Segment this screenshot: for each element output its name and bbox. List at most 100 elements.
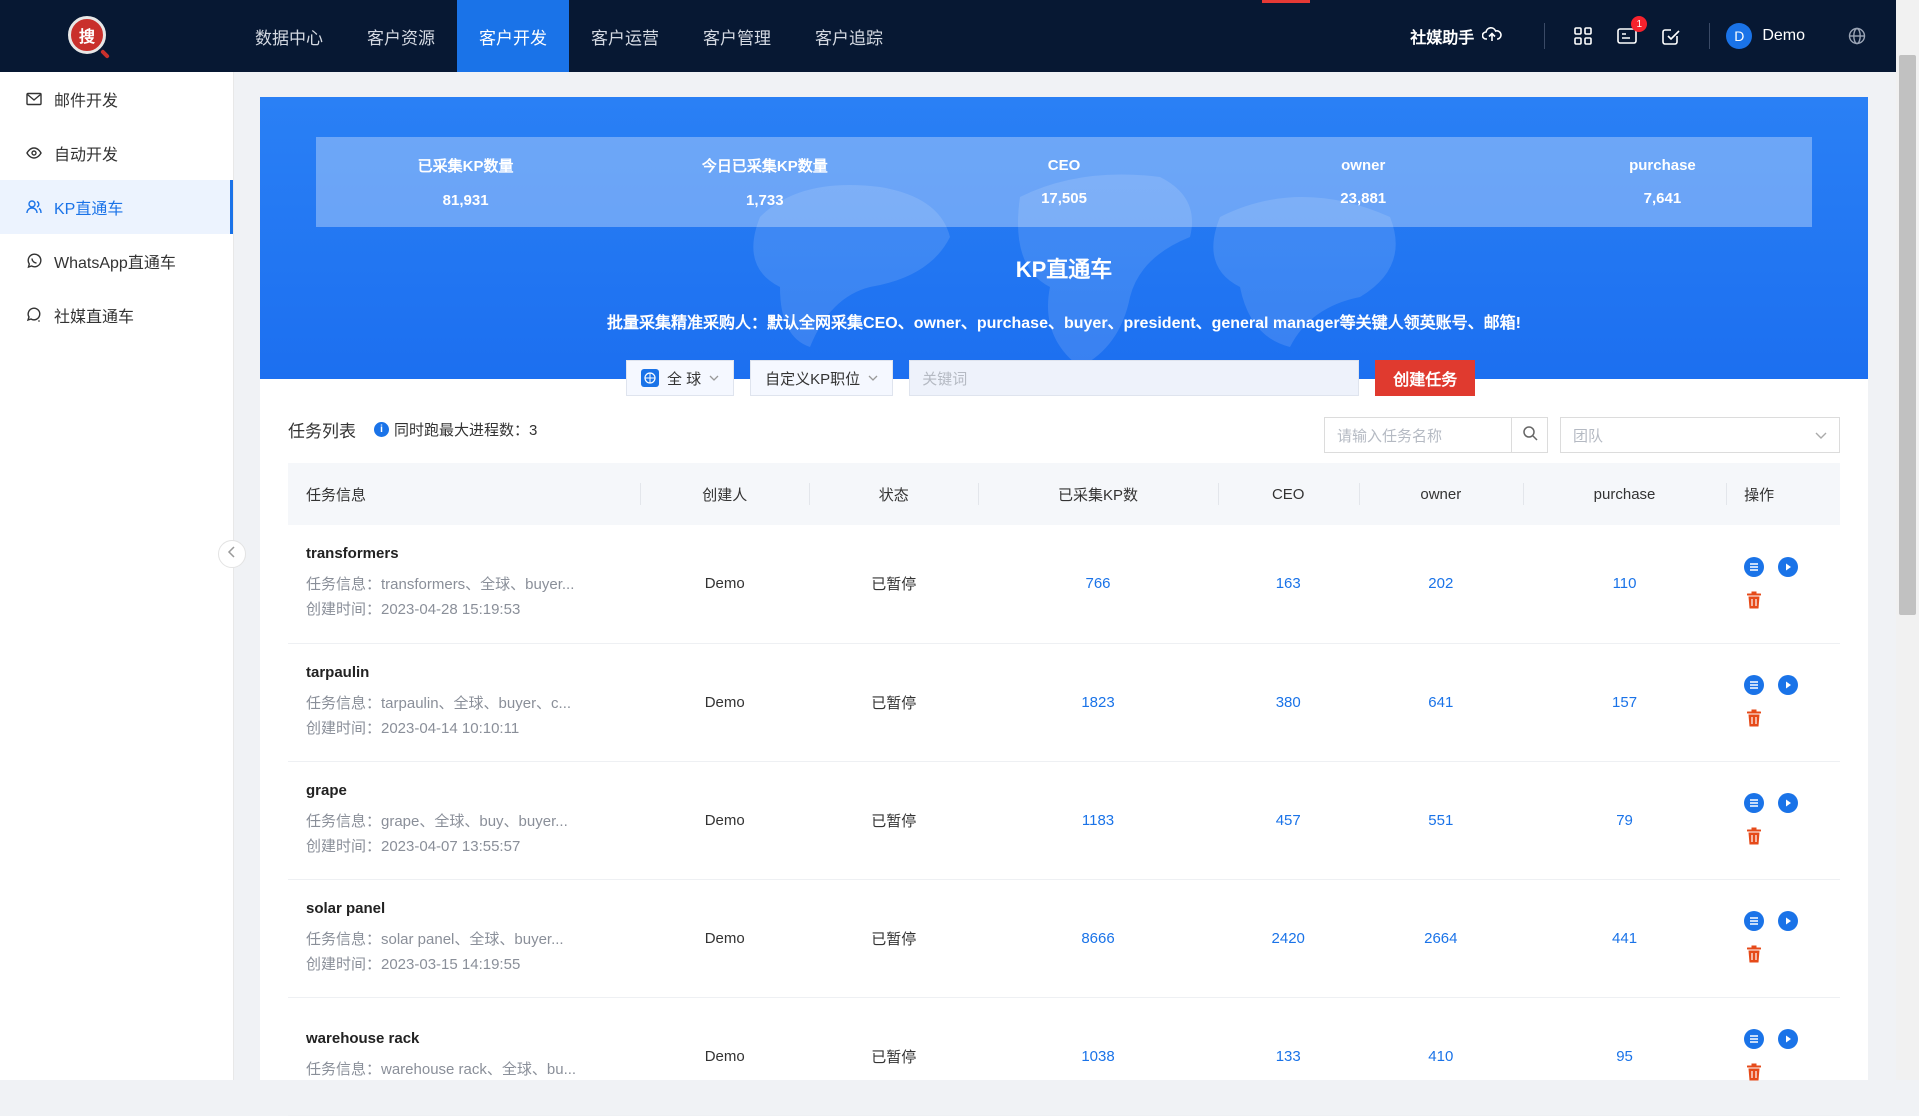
sidebar-collapse-button[interactable] (218, 540, 246, 568)
social-helper-button[interactable]: 社媒助手 (1410, 24, 1503, 48)
task-ceo-count[interactable]: 133 (1218, 997, 1359, 1115)
sidebar-item-auto-dev[interactable]: 自动开发 (0, 126, 233, 180)
nav-item-customer-tracking[interactable]: 客户追踪 (793, 0, 905, 72)
max-process-note: 同时跑最大进程数：3 (394, 422, 538, 439)
trash-icon[interactable] (1744, 707, 1764, 729)
chevron-left-icon (227, 545, 237, 563)
task-purchase-count[interactable]: 157 (1523, 643, 1726, 761)
list-detail-icon[interactable] (1744, 675, 1765, 695)
mail-icon (26, 90, 44, 108)
task-ceo-count[interactable]: 163 (1218, 525, 1359, 643)
stat-label: purchase (1629, 157, 1696, 174)
task-owner-count[interactable]: 2664 (1359, 879, 1523, 997)
list-detail-icon[interactable] (1744, 911, 1765, 931)
play-icon[interactable] (1778, 556, 1799, 577)
list-detail-icon[interactable] (1744, 793, 1765, 813)
task-name[interactable]: transformers (306, 545, 640, 562)
region-select[interactable]: 全 球 (626, 360, 735, 396)
trash-icon[interactable] (1744, 943, 1764, 965)
task-ceo-count[interactable]: 2420 (1218, 879, 1359, 997)
list-detail-icon[interactable] (1744, 1029, 1765, 1049)
divider (1544, 23, 1546, 49)
task-name[interactable]: grape (306, 782, 640, 799)
task-purchase-count[interactable]: 79 (1523, 761, 1726, 879)
task-kp-count[interactable]: 766 (978, 525, 1217, 643)
team-select[interactable]: 团队 (1560, 417, 1840, 453)
task-purchase-count[interactable]: 110 (1523, 525, 1726, 643)
stat-label: 已采集KP数量 (417, 158, 514, 175)
task-purchase-count[interactable]: 95 (1523, 997, 1726, 1115)
task-info-cell: transformers 任务信息：transformers、全球、buyer.… (288, 525, 640, 643)
avatar[interactable]: D (1726, 23, 1753, 49)
play-icon[interactable] (1778, 675, 1799, 695)
stat-label: 今日已采集KP数量 (701, 158, 828, 175)
kp-position-value: 自定义KP职位 (765, 370, 861, 388)
task-ceo-count[interactable]: 380 (1218, 643, 1359, 761)
sidebar-item-label: 社媒直通车 (54, 309, 135, 326)
whatsapp-icon (26, 252, 44, 270)
task-list-header: 任务列表 i 同时跑最大进程数：3 (288, 417, 537, 442)
play-icon[interactable] (1778, 1029, 1799, 1049)
task-purchase-count[interactable]: 441 (1523, 879, 1726, 997)
edit-check-icon[interactable] (1659, 24, 1683, 48)
task-owner-count[interactable]: 551 (1359, 761, 1523, 879)
task-actions (1726, 879, 1840, 997)
kp-position-select[interactable]: 自定义KP职位 (750, 360, 894, 396)
task-created-time: 创建时间：2023-04-07 13:55:57 (306, 837, 521, 855)
task-creator: Demo (704, 575, 745, 593)
sidebar-item-label: 自动开发 (54, 147, 119, 164)
col-actions: 操作 (1726, 463, 1840, 525)
col-kp-count: 已采集KP数 (978, 463, 1217, 525)
nav-item-customer-management[interactable]: 客户管理 (681, 0, 793, 72)
user-name[interactable]: Demo (1762, 27, 1805, 45)
task-owner-count[interactable]: 410 (1359, 997, 1523, 1115)
create-task-button[interactable]: 创建任务 (1375, 360, 1476, 396)
scrollbar-thumb[interactable] (1899, 55, 1916, 615)
stats-panel: 已采集KP数量 81,931 今日已采集KP数量 1,733 CEO 17,50… (316, 137, 1812, 227)
task-status: 已暂停 (871, 1048, 917, 1066)
task-name-search-input[interactable]: 请输入任务名称 (1324, 417, 1512, 453)
sidebar-item-kp-direct[interactable]: KP直通车 (0, 180, 233, 234)
col-status: 状态 (809, 463, 978, 525)
task-owner-count[interactable]: 641 (1359, 643, 1523, 761)
task-search-button[interactable] (1512, 417, 1548, 453)
play-icon[interactable] (1778, 911, 1799, 931)
task-info-cell: grape 任务信息：grape、全球、buy、buyer... 创建时间：20… (288, 761, 640, 879)
task-ceo-count[interactable]: 457 (1218, 761, 1359, 879)
task-kp-count[interactable]: 1038 (978, 997, 1217, 1115)
task-kp-count[interactable]: 1823 (978, 643, 1217, 761)
nav-item-data-center[interactable]: 数据中心 (233, 0, 345, 72)
task-name[interactable]: solar panel (306, 900, 640, 917)
nav-item-customer-resources[interactable]: 客户资源 (345, 0, 457, 72)
nav-item-customer-operations[interactable]: 客户运营 (569, 0, 681, 72)
stat-ceo: CEO 17,505 (914, 137, 1213, 227)
keyword-input[interactable]: 关键词 (909, 360, 1360, 396)
task-desc: 任务信息：tarpaulin、全球、buyer、c... (306, 694, 572, 712)
list-detail-icon[interactable] (1744, 556, 1765, 577)
task-list-icon[interactable]: 1 (1615, 16, 1648, 48)
stat-label: owner (1341, 157, 1386, 174)
nav-item-customer-development[interactable]: 客户开发 (457, 0, 569, 72)
globe-icon[interactable] (1845, 24, 1869, 48)
task-name[interactable]: tarpaulin (306, 664, 640, 681)
logo[interactable]: 搜 (68, 16, 106, 54)
page-scrollbar[interactable] (1896, 0, 1919, 1080)
task-owner-count[interactable]: 202 (1359, 525, 1523, 643)
col-owner: owner (1358, 463, 1523, 525)
stat-collected-kp: 已采集KP数量 81,931 (316, 137, 615, 227)
play-icon[interactable] (1778, 793, 1799, 813)
task-kp-count[interactable]: 1183 (978, 761, 1217, 879)
task-name[interactable]: warehouse rack (306, 1030, 640, 1047)
social-helper-label: 社媒助手 (1410, 30, 1475, 47)
task-kp-count[interactable]: 8666 (978, 879, 1217, 997)
stat-owner: owner 23,881 (1214, 137, 1513, 227)
sidebar-item-email-dev[interactable]: 邮件开发 (0, 72, 233, 126)
apps-grid-icon[interactable] (1571, 24, 1595, 48)
task-created-time: 创建时间：2023-04-28 15:19:53 (306, 601, 521, 619)
sidebar-item-social-direct[interactable]: 社媒直通车 (0, 288, 233, 342)
team-placeholder: 团队 (1573, 427, 1604, 445)
trash-icon[interactable] (1744, 825, 1764, 847)
trash-icon[interactable] (1744, 589, 1764, 611)
sidebar-item-whatsapp-direct[interactable]: WhatsApp直通车 (0, 234, 233, 288)
table-row: grape 任务信息：grape、全球、buy、buyer... 创建时间：20… (288, 761, 1840, 879)
